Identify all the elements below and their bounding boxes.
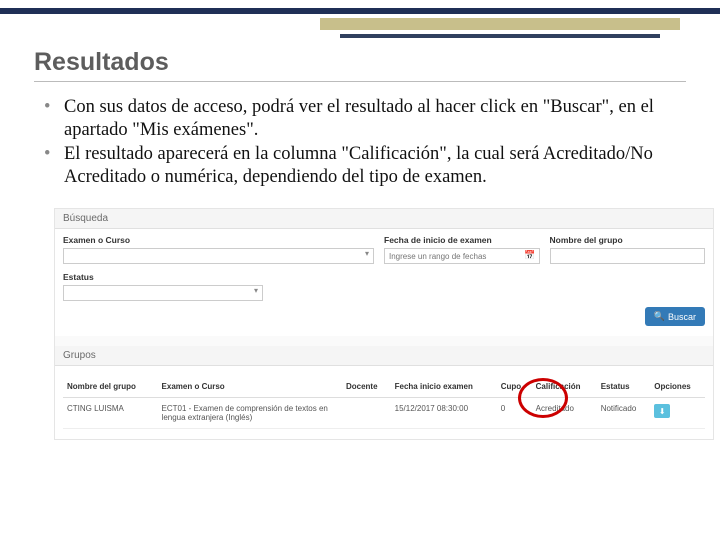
cell-fecha: 15/12/2017 08:30:00	[391, 398, 497, 429]
fecha-input[interactable]	[384, 248, 540, 264]
decorative-top-bars	[0, 0, 720, 40]
download-icon: ⬇	[659, 407, 666, 416]
cell-examen: ECT01 - Examen de comprensión de textos …	[158, 398, 342, 429]
col-estatus: Estatus	[597, 376, 651, 398]
cell-calif: Acreditado	[532, 398, 597, 429]
page-title: Resultados	[34, 48, 686, 82]
buscar-label: Buscar	[668, 312, 696, 322]
bullet-item: Con sus datos de acceso, podrá ver el re…	[64, 96, 686, 141]
col-examen: Examen o Curso	[158, 376, 342, 398]
bullet-item: El resultado aparecerá en la columna "Ca…	[64, 143, 686, 188]
col-opciones: Opciones	[650, 376, 705, 398]
label-grupo: Nombre del grupo	[550, 235, 706, 245]
label-estatus: Estatus	[63, 272, 263, 282]
table-header-row: Nombre del grupo Examen o Curso Docente …	[63, 376, 705, 398]
option-button[interactable]: ⬇	[654, 404, 670, 418]
calendar-icon: 📅	[524, 250, 535, 261]
cell-opciones: ⬇	[650, 398, 705, 429]
cell-docente	[342, 398, 391, 429]
chevron-down-icon: ▾	[365, 249, 369, 258]
embedded-screenshot: Búsqueda Examen o Curso ▾ Fecha de inici…	[54, 208, 714, 440]
col-cupo: Cupo	[497, 376, 532, 398]
grupos-table: Nombre del grupo Examen o Curso Docente …	[63, 376, 705, 429]
col-docente: Docente	[342, 376, 391, 398]
grupo-input[interactable]	[550, 248, 706, 264]
cell-nombre: CTING LUISMA	[63, 398, 158, 429]
table-row: CTING LUISMA ECT01 - Examen de comprensi…	[63, 398, 705, 429]
buscar-button[interactable]: 🔍 Buscar	[645, 307, 705, 326]
bullet-list: Con sus datos de acceso, podrá ver el re…	[34, 96, 686, 188]
col-fecha: Fecha inicio examen	[391, 376, 497, 398]
col-calif: Calificación	[532, 376, 597, 398]
col-nombre: Nombre del grupo	[63, 376, 158, 398]
search-icon: 🔍	[654, 311, 665, 322]
chevron-down-icon: ▾	[254, 286, 258, 295]
search-panel-heading: Búsqueda	[55, 209, 713, 229]
examen-select[interactable]: ▾	[63, 248, 374, 264]
cell-estatus: Notificado	[597, 398, 651, 429]
label-examen: Examen o Curso	[63, 235, 374, 245]
grupos-panel-heading: Grupos	[55, 346, 713, 366]
estatus-select[interactable]: ▾	[63, 285, 263, 301]
label-fecha: Fecha de inicio de examen	[384, 235, 540, 245]
cell-cupo: 0	[497, 398, 532, 429]
